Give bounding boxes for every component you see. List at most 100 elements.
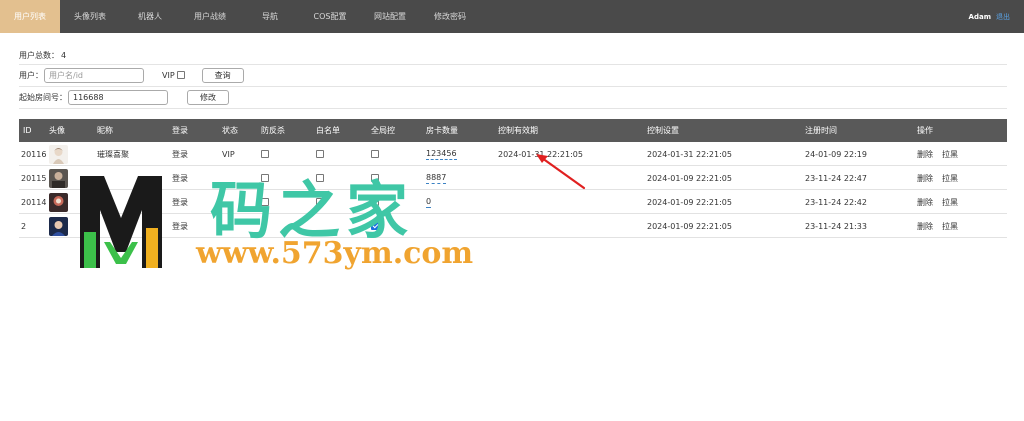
avatar xyxy=(49,192,68,212)
start-room-input[interactable] xyxy=(68,89,168,105)
top-nav: 用户列表 头像列表 机器人 用户战绩 导航 COS配置 网站配置 修改密码 Ad… xyxy=(0,0,1024,33)
global-control-checkbox[interactable] xyxy=(371,150,379,158)
search-row: 用户： VIP 查询 xyxy=(19,67,1007,83)
anti-kill-checkbox[interactable] xyxy=(261,174,269,182)
user-search-input[interactable] xyxy=(44,67,144,83)
cell-avatar xyxy=(49,214,68,238)
cell-avatar xyxy=(49,166,68,190)
blacklist-link[interactable]: 拉黑 xyxy=(942,221,958,232)
cell-global-control xyxy=(371,190,379,214)
cell-control-setting: 2024-01-31 22:21:05 xyxy=(647,149,732,159)
cell-actions: 删除 拉黑 xyxy=(917,166,967,190)
cell-status: VIP xyxy=(222,149,235,159)
start-room-label: 起始房间号： xyxy=(19,92,67,102)
blacklist-link[interactable]: 拉黑 xyxy=(942,149,958,160)
cell-whitelist xyxy=(316,166,324,190)
cell-anti-kill xyxy=(261,190,269,214)
table-row: 20115 登录 8887 2024-01-09 22:21:05 23-11-… xyxy=(19,166,1007,190)
room-cards-editable[interactable]: 0 xyxy=(426,197,432,208)
start-room-row: 起始房间号： 修改 xyxy=(19,89,1007,105)
cell-anti-kill xyxy=(261,166,269,190)
nav-item-site-config[interactable]: 网站配置 xyxy=(360,0,420,33)
whitelist-checkbox[interactable] xyxy=(316,150,324,158)
annotation-arrow xyxy=(536,154,586,190)
cell-global-control xyxy=(371,166,379,190)
whitelist-checkbox[interactable] xyxy=(316,198,324,206)
login-link[interactable]: 登录 xyxy=(172,166,188,190)
col-header-id: ID xyxy=(23,126,32,135)
avatar xyxy=(49,216,68,236)
total-users-value: 4 xyxy=(61,50,67,60)
col-header-status: 状态 xyxy=(222,126,238,135)
col-header-control-setting: 控制设置 xyxy=(647,126,679,135)
cell-control-setting: 2024-01-09 22:21:05 xyxy=(647,173,732,183)
cell-control-setting: 2024-01-09 22:21:05 xyxy=(647,221,732,231)
page: 用户列表 头像列表 机器人 用户战绩 导航 COS配置 网站配置 修改密码 Ad… xyxy=(0,0,1024,421)
cell-whitelist xyxy=(316,142,324,166)
divider xyxy=(19,86,1007,87)
divider xyxy=(19,108,1007,109)
col-header-actions: 操作 xyxy=(917,126,933,135)
delete-link[interactable]: 删除 xyxy=(917,173,933,184)
cell-id: 20116 xyxy=(21,149,47,159)
nav-item-navigation[interactable]: 导航 xyxy=(240,0,300,33)
global-control-checkbox[interactable] xyxy=(371,174,379,182)
vip-filter-checkbox[interactable] xyxy=(176,71,185,79)
total-users-label: 用户总数： xyxy=(19,50,59,60)
cell-id: 2 xyxy=(21,221,27,231)
cell-whitelist xyxy=(316,190,324,214)
login-link[interactable]: 登录 xyxy=(172,190,188,214)
cell-register-time: 24-01-09 22:19 xyxy=(805,149,867,159)
login-link[interactable]: 登录 xyxy=(172,214,188,238)
cell-id: 20114 xyxy=(21,197,47,207)
avatar xyxy=(49,144,68,164)
cell-nickname: 璀璨喜聚 xyxy=(97,149,129,159)
table-row: 20114 登录 0 2024-01-09 22:21:05 23-11-24 … xyxy=(19,190,1007,214)
anti-kill-checkbox[interactable] xyxy=(261,150,269,158)
cell-anti-kill xyxy=(261,142,269,166)
cell-register-time: 23-11-24 21:33 xyxy=(805,221,867,231)
login-link[interactable]: 登录 xyxy=(172,142,188,166)
cell-register-time: 23-11-24 22:47 xyxy=(805,173,867,183)
nav-item-robot[interactable]: 机器人 xyxy=(120,0,180,33)
delete-link[interactable]: 删除 xyxy=(917,197,933,208)
cell-avatar xyxy=(49,190,68,214)
delete-link[interactable]: 删除 xyxy=(917,149,933,160)
room-cards-editable[interactable]: 123456 xyxy=(426,149,457,160)
whitelist-checkbox[interactable] xyxy=(316,174,324,182)
cell-room-cards: 0 xyxy=(426,190,432,214)
col-header-login: 登录 xyxy=(172,126,188,135)
col-header-anti-kill: 防反杀 xyxy=(261,126,285,135)
delete-link[interactable]: 删除 xyxy=(917,221,933,232)
nav-item-user-list[interactable]: 用户列表 xyxy=(0,0,60,33)
cell-global-control xyxy=(371,214,379,238)
col-header-nickname: 昵称 xyxy=(97,126,113,135)
cell-control-setting: 2024-01-09 22:21:05 xyxy=(647,197,732,207)
nav-item-avatar-list[interactable]: 头像列表 xyxy=(60,0,120,33)
modify-button[interactable]: 修改 xyxy=(187,89,229,105)
nav-username: Adam xyxy=(968,12,991,21)
col-header-room-cards: 房卡数量 xyxy=(426,126,458,135)
blacklist-link[interactable]: 拉黑 xyxy=(942,173,958,184)
nav-item-cos-config[interactable]: COS配置 xyxy=(300,0,360,33)
logout-link[interactable]: 退出 xyxy=(996,12,1010,22)
cell-register-time: 23-11-24 22:42 xyxy=(805,197,867,207)
cell-actions: 删除 拉黑 xyxy=(917,190,967,214)
blacklist-link[interactable]: 拉黑 xyxy=(942,197,958,208)
cell-room-cards: 123456 xyxy=(426,142,457,166)
anti-kill-checkbox[interactable] xyxy=(261,198,269,206)
room-cards-editable[interactable]: 8887 xyxy=(426,173,447,184)
global-control-checkbox[interactable] xyxy=(371,198,379,206)
col-header-control-valid: 控制有效期 xyxy=(498,126,538,135)
global-control-checkbox[interactable] xyxy=(371,222,379,230)
col-header-global-control: 全局控 xyxy=(371,126,395,135)
col-header-avatar: 头像 xyxy=(49,126,65,135)
nav-item-change-password[interactable]: 修改密码 xyxy=(420,0,480,33)
cell-global-control xyxy=(371,142,379,166)
nav-item-user-record[interactable]: 用户战绩 xyxy=(180,0,240,33)
col-header-whitelist: 白名单 xyxy=(316,126,340,135)
cell-room-cards: 8887 xyxy=(426,166,447,190)
table-row: 2 登录 2024-01-09 22:21:05 23-11-24 21:33 … xyxy=(19,214,1007,238)
cell-actions: 删除 拉黑 xyxy=(917,214,967,238)
query-button[interactable]: 查询 xyxy=(201,67,244,83)
